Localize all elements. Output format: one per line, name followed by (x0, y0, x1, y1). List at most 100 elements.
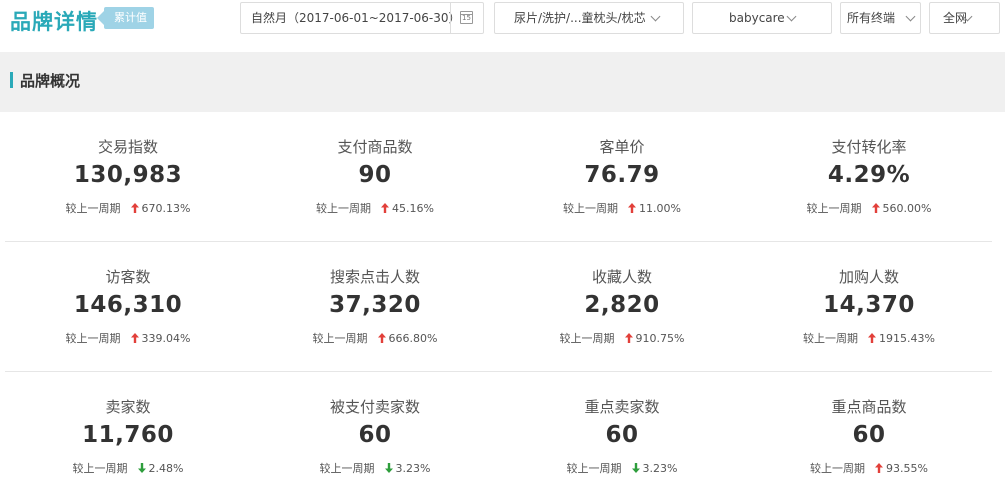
metric-change: 1915.43% (879, 332, 935, 345)
metric-comparison: 较上一周期 339.04% (5, 330, 251, 346)
chevron-down-icon (786, 11, 797, 22)
chevron-down-icon (905, 11, 916, 22)
header: 品牌详情 累计值 自然月（2017-06-01~2017-06-30） 15 尿… (0, 0, 1005, 50)
section-accent-bar (10, 72, 13, 88)
compare-label: 较上一周期 (559, 332, 615, 345)
metric-value: 11,760 (82, 422, 174, 448)
metric-card: 支付商品数 90 较上一周期 45.16% (252, 112, 498, 242)
arrow-up-icon (377, 333, 386, 343)
metric-change: 3.23% (642, 462, 678, 475)
metric-value: 14,370 (823, 292, 915, 318)
metric-change: 666.80% (388, 332, 438, 345)
metric-label: 加购人数 (838, 268, 899, 286)
arrow-up-icon (624, 333, 633, 343)
arrow-up-icon (868, 333, 877, 343)
metric-label: 被支付卖家数 (329, 398, 420, 416)
metric-value: 2,820 (584, 292, 660, 318)
metric-change: 11.00% (639, 202, 681, 215)
metric-label: 收藏人数 (591, 268, 652, 286)
metric-value: 37,320 (329, 292, 421, 318)
arrow-up-icon (130, 333, 139, 343)
compare-label: 较上一周期 (65, 202, 121, 215)
metric-comparison: 较上一周期 93.55% (746, 460, 992, 476)
arrow-down-icon (631, 463, 640, 473)
section-title: 品牌概况 (20, 72, 81, 90)
metric-comparison: 较上一周期 560.00% (746, 200, 992, 216)
category-dropdown[interactable]: 尿片/洗护/...童枕头/枕芯 (494, 2, 684, 34)
metric-card: 卖家数 11,760 较上一周期 2.48% (5, 372, 251, 502)
metric-change: 670.13% (141, 202, 191, 215)
metric-comparison: 较上一周期 1915.43% (746, 330, 992, 346)
metric-label: 支付商品数 (337, 138, 413, 156)
compare-label: 较上一周期 (319, 462, 375, 475)
cumulative-badge: 累计值 (97, 7, 154, 29)
metric-change: 910.75% (635, 332, 685, 345)
metric-card: 收藏人数 2,820 较上一周期 910.75% (499, 242, 745, 372)
compare-label: 较上一周期 (810, 462, 866, 475)
compare-label: 较上一周期 (803, 332, 859, 345)
metric-row: 交易指数 130,983 较上一周期 670.13% 支付商品数 90 较上一周期 45.16… (0, 112, 1005, 242)
metric-row: 卖家数 11,760 较上一周期 2.48% 被支付卖家数 60 较上一周期 3.23% 重点卖… (0, 372, 1005, 502)
terminal-value: 所有终端 (847, 11, 896, 25)
compare-label: 较上一周期 (566, 462, 622, 475)
metric-card: 重点卖家数 60 较上一周期 3.23% (499, 372, 745, 502)
metric-comparison: 较上一周期 670.13% (5, 200, 251, 216)
section-header: 品牌概况 (0, 52, 1005, 112)
date-range-value: 自然月（2017-06-01~2017-06-30） (251, 11, 461, 25)
compare-label: 较上一周期 (316, 202, 372, 215)
metric-card: 访客数 146,310 较上一周期 339.04% (5, 242, 251, 372)
metric-value: 60 (852, 422, 886, 448)
metric-change: 3.23% (395, 462, 431, 475)
arrow-up-icon (875, 463, 884, 473)
metric-row: 访客数 146,310 较上一周期 339.04% 搜索点击人数 37,320 较上一周期 6… (0, 242, 1005, 372)
metric-card: 支付转化率 4.29% 较上一周期 560.00% (746, 112, 992, 242)
metric-label: 客单价 (599, 138, 645, 156)
arrow-up-icon (381, 203, 390, 213)
metric-comparison: 较上一周期 910.75% (499, 330, 745, 346)
metric-label: 支付转化率 (831, 138, 907, 156)
compare-label: 较上一周期 (563, 202, 619, 215)
metric-card: 搜索点击人数 37,320 较上一周期 666.80% (252, 242, 498, 372)
metric-value: 4.29% (827, 162, 911, 188)
metric-value: 130,983 (73, 162, 183, 188)
metric-label: 重点商品数 (831, 398, 907, 416)
metric-value: 90 (358, 162, 392, 188)
arrow-up-icon (628, 203, 637, 213)
metric-value: 60 (605, 422, 639, 448)
metric-card: 被支付卖家数 60 较上一周期 3.23% (252, 372, 498, 502)
metric-card: 交易指数 130,983 较上一周期 670.13% (5, 112, 251, 242)
arrow-down-icon (137, 463, 146, 473)
compare-label: 较上一周期 (806, 202, 862, 215)
metric-comparison: 较上一周期 3.23% (252, 460, 498, 476)
metric-change: 2.48% (148, 462, 184, 475)
metric-comparison: 较上一周期 45.16% (252, 200, 498, 216)
metric-label: 重点卖家数 (584, 398, 660, 416)
metric-value: 76.79 (584, 162, 660, 188)
chevron-down-icon (650, 11, 661, 22)
compare-label: 较上一周期 (65, 332, 121, 345)
channel-dropdown[interactable]: 全网 (929, 2, 1000, 34)
category-value: 尿片/洗护/...童枕头/枕芯 (514, 11, 646, 25)
metric-label: 交易指数 (97, 138, 158, 156)
metric-comparison: 较上一周期 11.00% (499, 200, 745, 216)
date-range-picker[interactable]: 自然月（2017-06-01~2017-06-30） 15 (240, 2, 484, 34)
arrow-up-icon (130, 203, 139, 213)
arrow-down-icon (384, 463, 393, 473)
metric-change: 560.00% (882, 202, 932, 215)
calendar-icon[interactable]: 15 (450, 3, 483, 33)
metric-change: 339.04% (141, 332, 191, 345)
calendar-day: 15 (462, 14, 471, 22)
metric-value: 146,310 (73, 292, 183, 318)
metric-change: 45.16% (392, 202, 434, 215)
metric-comparison: 较上一周期 666.80% (252, 330, 498, 346)
metric-label: 搜索点击人数 (329, 268, 420, 286)
metric-comparison: 较上一周期 2.48% (5, 460, 251, 476)
compare-label: 较上一周期 (72, 462, 128, 475)
metric-change: 93.55% (886, 462, 928, 475)
metric-label: 访客数 (105, 268, 151, 286)
brand-dropdown[interactable]: babycare (692, 2, 832, 34)
terminal-dropdown[interactable]: 所有终端 (840, 2, 921, 34)
metric-card: 重点商品数 60 较上一周期 93.55% (746, 372, 992, 502)
page-title: 品牌详情 (10, 10, 98, 34)
arrow-up-icon (871, 203, 880, 213)
